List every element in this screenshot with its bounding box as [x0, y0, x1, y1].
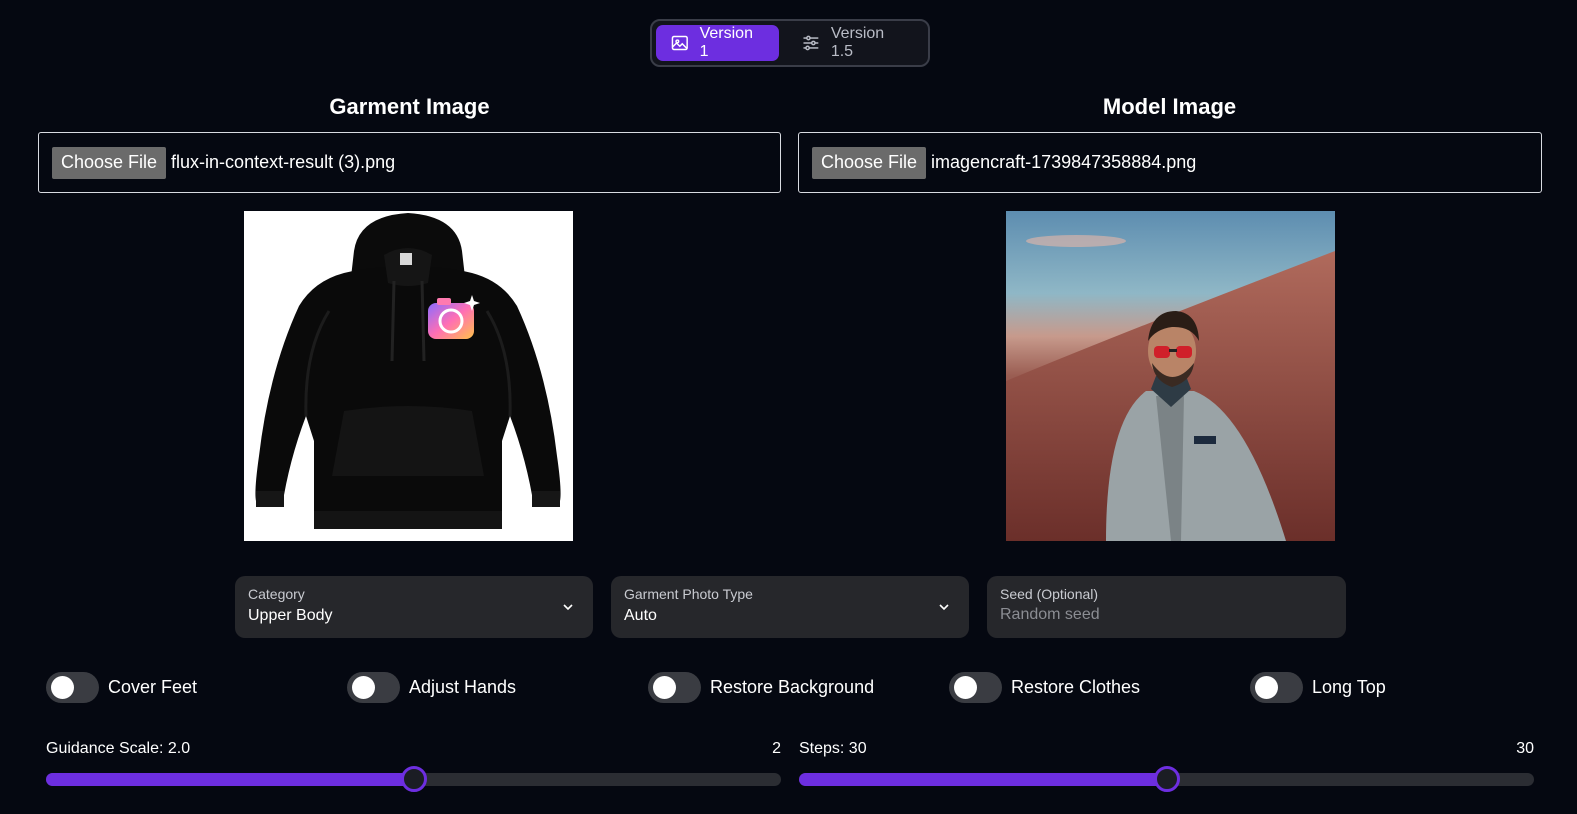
seed-input[interactable] — [1000, 606, 1300, 624]
steps-fill — [799, 773, 1167, 786]
model-image-title: Model Image — [1102, 94, 1237, 119]
guidance-scale-slider: Guidance Scale: 2.0 2 — [46, 740, 781, 792]
model-choose-file-button[interactable]: Choose File — [812, 146, 927, 179]
category-label: Category — [248, 586, 305, 602]
chevron-down-icon — [939, 604, 949, 611]
garment-choose-file-button[interactable]: Choose File — [52, 146, 167, 179]
cover-feet-label: Cover Feet — [108, 677, 198, 697]
model-preview-image — [1006, 211, 1335, 541]
model-file-input[interactable]: Choose File imagencraft-1739847358884.pn… — [798, 132, 1542, 193]
restore-background-label: Restore Background — [710, 677, 875, 697]
guidance-scale-fill — [46, 773, 414, 786]
toggle-cover-feet[interactable]: Cover Feet — [46, 672, 197, 703]
seed-label: Seed (Optional) — [1000, 586, 1099, 602]
toggle-long-top[interactable]: Long Top — [1250, 672, 1386, 703]
toggle-restore-background[interactable]: Restore Background — [648, 672, 874, 703]
long-top-switch[interactable] — [1250, 672, 1303, 703]
version-switcher: Version 1 Version 1.5 — [650, 19, 930, 67]
guidance-scale-label: Guidance Scale: 2.0 — [46, 740, 191, 757]
restore-clothes-label: Restore Clothes — [1011, 677, 1141, 697]
garment-file-name: flux-in-context-result (3).png — [171, 152, 396, 172]
restore-clothes-switch[interactable] — [949, 672, 1002, 703]
image-icon — [671, 35, 688, 51]
category-value: Upper Body — [248, 607, 333, 624]
model-file-name: imagencraft-1739847358884.png — [931, 152, 1197, 172]
steps-track[interactable] — [799, 766, 1534, 792]
toggle-restore-clothes[interactable]: Restore Clothes — [949, 672, 1140, 703]
steps-thumb[interactable] — [1153, 766, 1180, 792]
cover-feet-switch[interactable] — [46, 672, 99, 703]
seed-field: Seed (Optional) — [987, 576, 1346, 638]
adjust-hands-switch[interactable] — [347, 672, 400, 703]
version-1-5-label: Version 1.5 — [830, 25, 885, 60]
garment-photo-type-select[interactable]: Garment Photo Type Auto — [611, 576, 969, 638]
version-1-label: Version 1 — [699, 25, 753, 60]
toggle-adjust-hands[interactable]: Adjust Hands — [347, 672, 516, 703]
garment-image-title: Garment Image — [329, 94, 490, 119]
long-top-label: Long Top — [1312, 677, 1386, 697]
adjust-hands-label: Adjust Hands — [409, 677, 517, 697]
garment-photo-type-value: Auto — [624, 607, 657, 624]
chevron-down-icon — [563, 604, 573, 611]
garment-photo-type-label: Garment Photo Type — [624, 586, 753, 602]
sliders-icon — [803, 35, 819, 51]
restore-background-switch[interactable] — [648, 672, 701, 703]
version-1-5-tab[interactable]: Version 1.5 — [787, 25, 924, 61]
steps-value: 30 — [1516, 740, 1534, 757]
guidance-scale-value: 2 — [772, 740, 781, 757]
garment-preview-image — [244, 211, 573, 541]
version-1-tab[interactable]: Version 1 — [656, 25, 780, 61]
guidance-scale-track[interactable] — [46, 766, 781, 792]
category-select[interactable]: Category Upper Body — [235, 576, 593, 638]
guidance-scale-thumb[interactable] — [400, 766, 427, 792]
garment-file-input[interactable]: Choose File flux-in-context-result (3).p… — [38, 132, 781, 193]
steps-label: Steps: 30 — [799, 740, 867, 757]
steps-slider: Steps: 30 30 — [799, 740, 1534, 792]
